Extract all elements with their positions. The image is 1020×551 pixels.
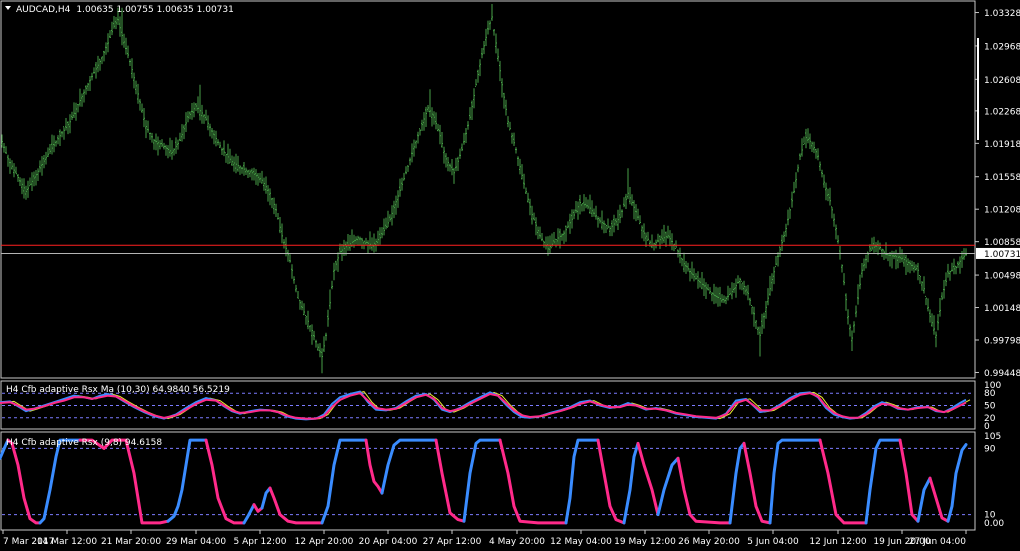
time-axis-label: 19 May 12:00 <box>614 537 676 547</box>
price-axis-label: 1.02968 <box>984 42 1020 52</box>
rsx-axis-label: 0.00 <box>984 519 1004 529</box>
rsx-title: H4 Cfb adaptive Rsx (9,8) 94.6158 <box>6 438 162 448</box>
price-bars <box>1 4 967 374</box>
rsx-segment-blue <box>320 438 368 525</box>
time-axis-label: 5 Jun 04:00 <box>747 537 799 547</box>
rsx-ma-panel[interactable]: 1008050200 H4 Cfb adaptive Rsx Ma (10,30… <box>0 380 1001 432</box>
price-panel-frame <box>0 0 976 379</box>
time-axis-label: 4 May 20:00 <box>489 537 545 547</box>
rsx-segment-pink <box>636 441 660 517</box>
rsx-ma-axis-label: 50 <box>984 402 996 412</box>
symbol-title: AUDCAD,H4 1.00635 1.00755 1.00635 1.00731 <box>16 5 234 15</box>
rsx-segment-blue <box>380 438 438 495</box>
rsx-axis: 10590100.00 <box>984 432 1004 529</box>
rsx-segment-pink <box>818 438 868 525</box>
rsx-segment-blue <box>728 441 746 525</box>
rsx-segment-blue <box>462 438 502 523</box>
rsx-segment-pink <box>676 456 732 525</box>
time-axis-label: 26 May 20:00 <box>678 537 740 547</box>
price-axis-label: 0.99798 <box>984 337 1020 347</box>
time-axis-label: 21 Mar 20:00 <box>101 537 161 547</box>
price-axis-label: 1.00498 <box>984 272 1020 282</box>
price-panel[interactable]: 1.03328 1.02968 1.02608 1.02268 1.01918 1.015… <box>0 0 1020 379</box>
time-axis-label: 29 Mar 04:00 <box>166 537 226 547</box>
rsx-ma-axis-label: 0 <box>984 422 990 432</box>
price-axis-label: 1.00148 <box>984 304 1020 314</box>
rsx-axis-label: 105 <box>984 432 1001 442</box>
rsx-segment-blue <box>946 443 968 523</box>
rsx-panel[interactable]: 10590100.00 H4 Cfb adaptive Rsx (9,8) 94… <box>0 431 1004 531</box>
time-axis-label: 20 Apr 04:00 <box>359 537 418 547</box>
rsx-segment-blue <box>242 503 256 525</box>
rsx-segment-blue <box>656 456 680 517</box>
rsx-segment-pink <box>204 438 246 525</box>
time-axis-label: 5 Apr 12:00 <box>234 537 287 547</box>
price-axis-label: 1.03328 <box>984 9 1020 19</box>
price-axis-label: 1.01918 <box>984 140 1020 150</box>
rsx-segment-pink <box>268 486 324 525</box>
rsx-segment-blue <box>768 438 822 525</box>
time-axis-label: 27 Apr 12:00 <box>423 537 482 547</box>
time-axis-label: 12 Apr 20:00 <box>295 537 354 547</box>
time-axis-label: 27 Jun 04:00 <box>909 537 966 547</box>
time-axis-label: 12 Jun 12:00 <box>809 537 866 547</box>
rsx-segment-pink <box>6 438 42 525</box>
price-axis-label: 1.00858 <box>984 238 1020 248</box>
rsx-segment-blue <box>864 438 902 525</box>
rsx-ma-axis-label: 80 <box>984 389 996 399</box>
time-axis-label: 12 May 04:00 <box>550 537 612 547</box>
rsx-segment-pink <box>498 438 568 525</box>
rsx-segment-pink <box>78 438 170 525</box>
price-axis-label: 1.01558 <box>984 173 1020 183</box>
rsx-segment-blue <box>564 438 600 525</box>
rsx-ma-lines <box>0 390 971 421</box>
price-axis-label: 1.01208 <box>984 206 1020 216</box>
rsx-segment-pink <box>596 438 626 525</box>
rsx-segment-blue <box>622 441 640 525</box>
rsx-lines <box>0 438 968 525</box>
price-axis-label: 1.02268 <box>984 107 1020 117</box>
chart-menu-triangle-icon[interactable] <box>5 6 11 10</box>
price-axis-label: 0.99448 <box>984 369 1020 379</box>
time-axis-label: 14 Mar 12:00 <box>37 537 97 547</box>
price-axis: 1.03328 1.02968 1.02608 1.02268 1.01918 1.015… <box>975 9 1020 379</box>
rsx-segment-blue <box>38 438 82 525</box>
rsx-segment-pink <box>742 441 772 525</box>
time-axis: 7 Mar 201714 Mar 12:00 21 Mar 20:00 29 Mar… <box>2 530 967 547</box>
rsx-ma-axis: 1008050200 <box>984 381 1001 432</box>
rsx-segment-pink <box>898 438 920 523</box>
chart-canvas[interactable]: 1.03328 1.02968 1.02608 1.02268 1.01918 1.015… <box>0 0 1020 551</box>
rsx-axis-label: 90 <box>984 444 996 454</box>
rsx-segment-blue <box>260 486 272 510</box>
rsx-segment-pink <box>434 438 466 523</box>
current-price-label: 1.00731 <box>984 250 1020 260</box>
rsx-segment-blue <box>166 438 208 523</box>
rsx-ma-title: H4 Cfb adaptive Rsx Ma (10,30) 64.9840 5… <box>6 385 230 395</box>
price-axis-label: 1.02608 <box>984 76 1020 86</box>
